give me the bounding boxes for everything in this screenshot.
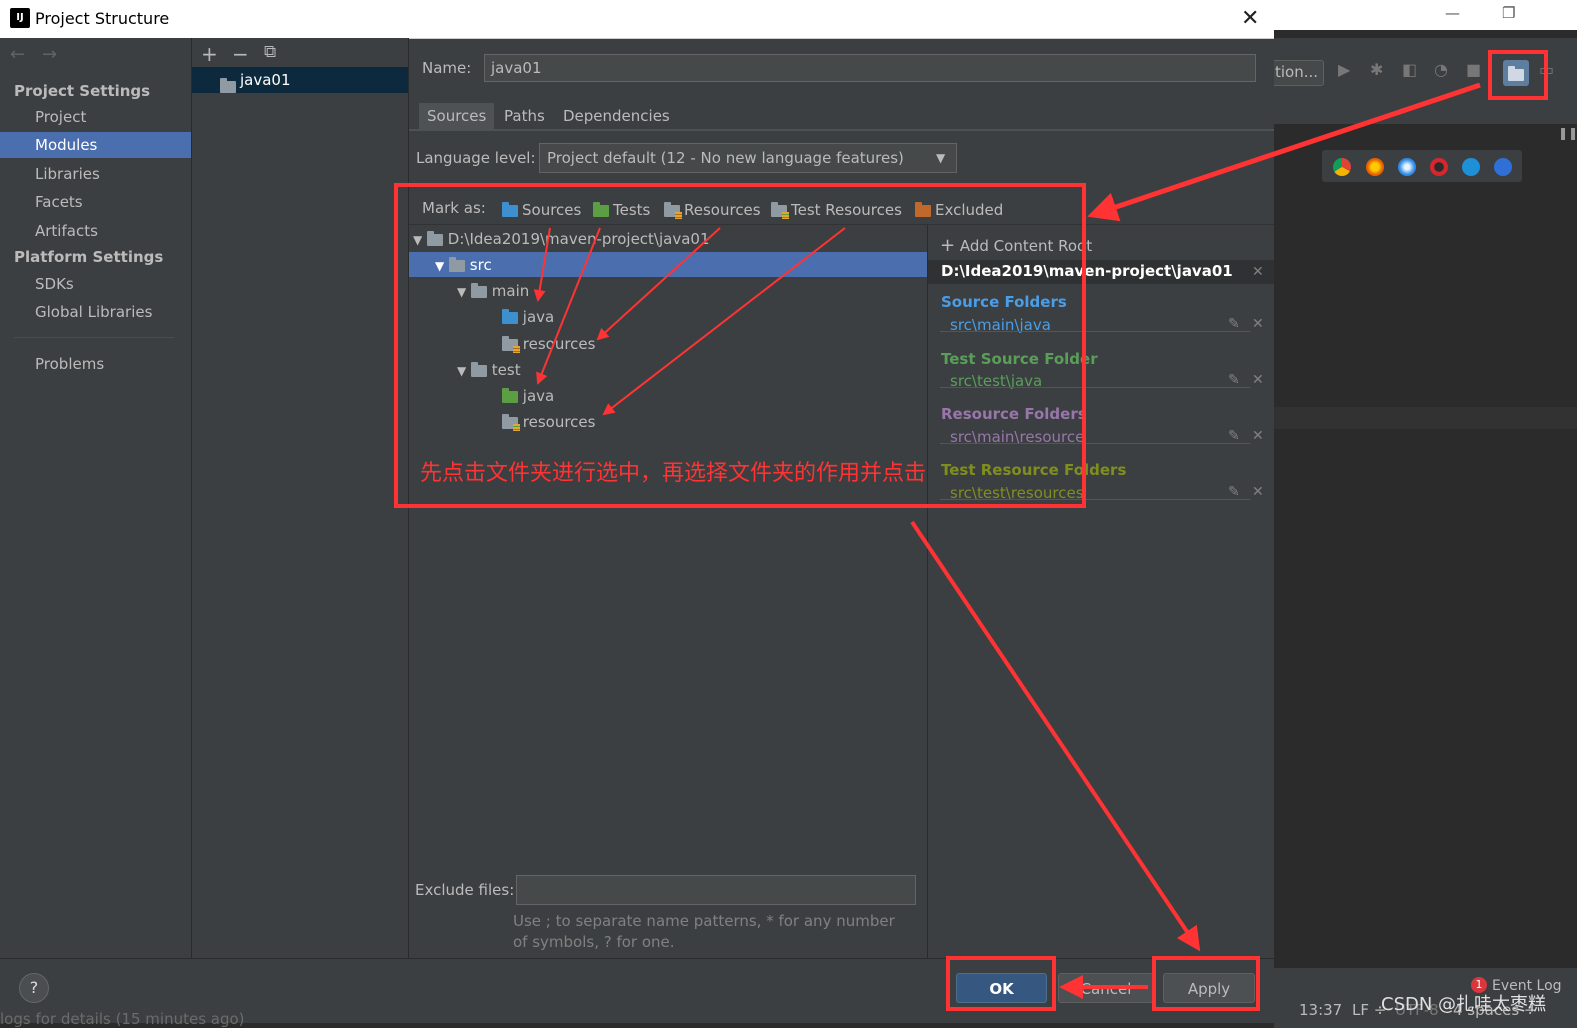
arrow-to-apply: [910, 520, 1201, 952]
arrow-tests-to-test-java: [536, 227, 601, 385]
arrow-toolbar-to-markbar: [1087, 82, 1481, 222]
arrow-resources-to-main-resources: [596, 227, 721, 341]
csdn-watermark: CSDN @扎哇太枣糕: [1381, 994, 1547, 1015]
annotation-arrows: [533, 82, 1481, 999]
annotation-arrow-group: [533, 82, 1481, 999]
arrow-testres-to-test-resources: [602, 227, 846, 416]
arrow-sources-to-main-java: [533, 227, 551, 302]
